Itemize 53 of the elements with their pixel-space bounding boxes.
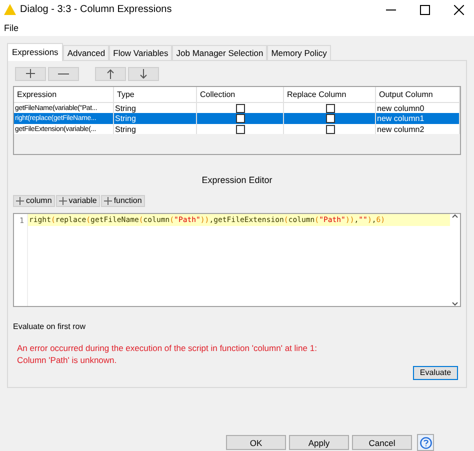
dialog-button[interactable]: OK [226,435,286,450]
move-down-button[interactable] [128,66,159,81]
insert-button[interactable]: variable [56,194,100,207]
table-cell: new column2 [376,124,460,134]
plus-icon [58,196,67,205]
add-button[interactable] [15,66,46,81]
menu-item[interactable]: File [4,22,19,33]
checkbox[interactable] [236,124,245,134]
column-header: Type [114,86,197,103]
error-message: Column 'Path' is unknown. [17,354,118,366]
insert-button[interactable]: column [13,194,55,207]
checkbox[interactable] [236,104,245,113]
column-header: Replace Column [284,86,376,103]
tab[interactable]: Expressions [7,42,64,61]
column-header: Output Column [376,86,460,103]
table-cell: String [114,124,197,134]
checkbox[interactable] [236,114,245,124]
checkbox[interactable] [326,124,334,134]
table-cell: new column1 [376,113,460,124]
move-up-button[interactable] [95,66,126,81]
insert-button[interactable]: function [100,194,145,207]
column-header: Collection [197,86,284,103]
remove-button[interactable] [48,66,79,81]
checkbox[interactable] [326,114,334,124]
help-button[interactable] [417,434,434,451]
dialog-button[interactable]: Apply [289,435,349,450]
plus-icon [104,196,112,205]
table-cell: new column0 [376,102,460,114]
dialog-button[interactable]: Cancel [352,435,412,450]
plus-icon [26,69,35,78]
help-icon [420,436,432,448]
tab[interactable]: Advanced [63,44,110,60]
tab[interactable]: Job Manager Selection [172,44,268,60]
checkbox[interactable] [326,104,334,113]
label: Evaluate on first row [13,322,86,331]
column-header: Expression [14,86,114,103]
minus-icon [58,72,69,75]
plus-icon [16,196,24,205]
evaluate-button[interactable]: Evaluate [413,366,458,380]
arrow-down-icon [140,68,147,79]
warning-icon [4,4,16,16]
error-message: An error occurred during the execution of the script in function 'column' at line 1: [17,342,318,354]
tab[interactable]: Flow Variables [109,44,172,60]
close-icon [454,4,464,15]
table-cell: String [114,113,197,124]
window-title: Dialog - 3:3 - Column Expressions [20,4,173,16]
arrow-up-icon [107,68,114,79]
table-cell: String [114,102,197,114]
scroll-down-icon [452,302,458,306]
maximize-icon [420,4,430,15]
scroll-up-icon [452,214,458,218]
section-title: Expression Editor [202,174,272,185]
tab[interactable]: Memory Policy [267,44,331,60]
